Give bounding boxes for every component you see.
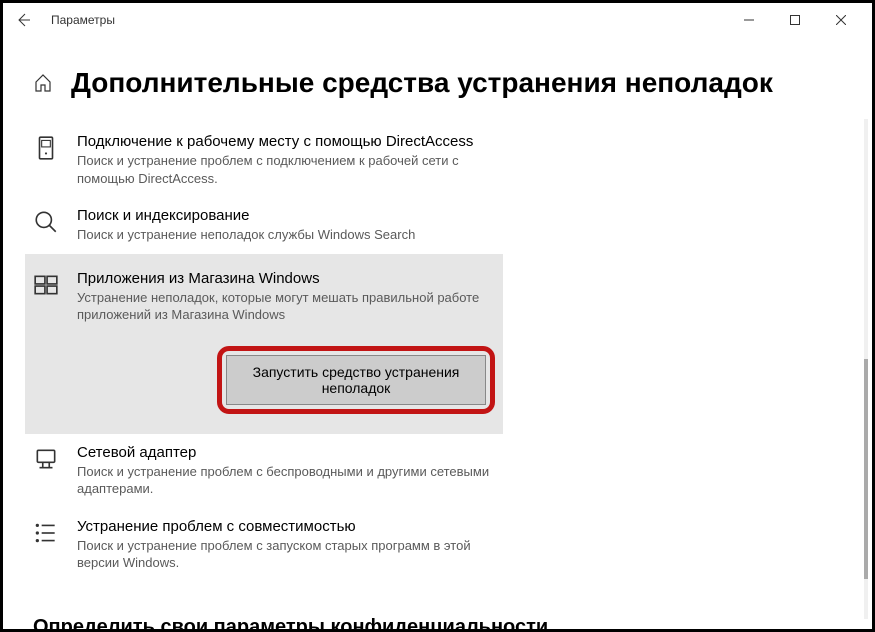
- item-text: Поиск и индексирование Поиск и устранени…: [77, 207, 503, 244]
- item-title: Устранение проблем с совместимостью: [77, 518, 503, 535]
- troubleshooter-directaccess[interactable]: Подключение к рабочему месту с помощью D…: [33, 123, 503, 197]
- item-title: Подключение к рабочему месту с помощью D…: [77, 133, 503, 150]
- network-adapter-icon: [33, 446, 59, 472]
- item-title: Сетевой адаптер: [77, 444, 503, 461]
- item-desc: Поиск и устранение проблем с подключение…: [77, 152, 503, 187]
- run-troubleshooter-button[interactable]: Запустить средство устранения неполадок: [226, 355, 486, 405]
- item-text: Сетевой адаптер Поиск и устранение пробл…: [77, 444, 503, 498]
- item-desc: Поиск и устранение проблем с беспроводны…: [77, 463, 503, 498]
- window-controls: [726, 5, 864, 35]
- window-title: Параметры: [51, 13, 726, 27]
- header-row: Дополнительные средства устранения непол…: [33, 67, 842, 99]
- item-desc: Устранение неполадок, которые могут меша…: [77, 289, 495, 324]
- troubleshooter-compatibility[interactable]: Устранение проблем с совместимостью Поис…: [33, 508, 503, 582]
- privacy-section-heading: Определить свои параметры конфиденциальн…: [33, 616, 842, 629]
- page-title: Дополнительные средства устранения непол…: [71, 67, 773, 99]
- troubleshooter-network-adapter[interactable]: Сетевой адаптер Поиск и устранение пробл…: [33, 434, 503, 508]
- computer-icon: [33, 135, 59, 161]
- home-icon[interactable]: [33, 73, 53, 93]
- item-desc: Поиск и устранение неполадок службы Wind…: [77, 226, 503, 244]
- minimize-button[interactable]: [726, 5, 772, 35]
- item-text: Подключение к рабочему месту с помощью D…: [77, 133, 503, 187]
- item-desc: Поиск и устранение проблем с запуском ст…: [77, 537, 503, 572]
- apps-grid-icon: [33, 272, 59, 298]
- troubleshooter-list: Подключение к рабочему месту с помощью D…: [33, 123, 842, 582]
- item-title: Приложения из Магазина Windows: [77, 270, 495, 287]
- maximize-button[interactable]: [772, 5, 818, 35]
- scrollbar-track[interactable]: [864, 119, 868, 619]
- troubleshooter-store-apps[interactable]: Приложения из Магазина Windows Устранени…: [25, 254, 503, 434]
- run-button-container: Запустить средство устранения неполадок: [217, 346, 495, 414]
- content-area: Дополнительные средства устранения непол…: [3, 37, 872, 629]
- maximize-icon: [790, 15, 800, 25]
- troubleshooter-search-indexing[interactable]: Поиск и индексирование Поиск и устранени…: [33, 197, 503, 254]
- titlebar: Параметры: [3, 3, 872, 37]
- item-text: Устранение проблем с совместимостью Поис…: [77, 518, 503, 572]
- list-icon: [33, 520, 59, 546]
- annotation-highlight: Запустить средство устранения неполадок: [217, 346, 495, 414]
- item-title: Поиск и индексирование: [77, 207, 503, 224]
- item-text: Приложения из Магазина Windows Устранени…: [77, 270, 495, 414]
- close-button[interactable]: [818, 5, 864, 35]
- back-button[interactable]: [11, 8, 35, 32]
- settings-window: Параметры Дополнительные средства устран…: [0, 0, 875, 632]
- scrollbar-thumb[interactable]: [864, 359, 868, 579]
- arrow-left-icon: [15, 12, 31, 28]
- minimize-icon: [744, 15, 754, 25]
- search-icon: [33, 209, 59, 235]
- close-icon: [836, 15, 846, 25]
